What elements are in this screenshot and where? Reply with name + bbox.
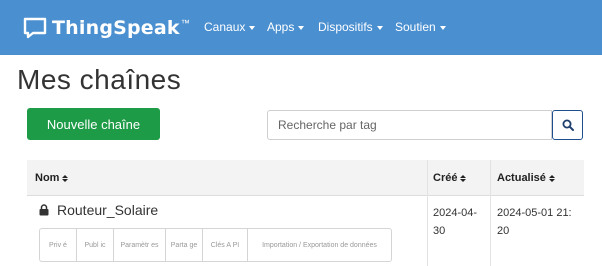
caret-down-icon xyxy=(439,25,446,30)
tag-search-input[interactable] xyxy=(267,110,552,140)
column-divider xyxy=(427,160,428,266)
column-header-label: Créé xyxy=(433,172,458,184)
sort-icon xyxy=(62,174,69,182)
tab-import-export[interactable]: Importation / Exportation de données xyxy=(247,228,392,262)
column-header-name[interactable]: Nom xyxy=(35,160,69,196)
search-button[interactable] xyxy=(552,110,583,140)
tab-settings[interactable]: Paramètr es xyxy=(113,228,165,262)
updated-date-line: 2024-05-01 21: xyxy=(497,207,572,219)
nav-item-soutien[interactable]: Soutien xyxy=(395,20,446,34)
channel-link[interactable]: Routeur_Solaire xyxy=(39,202,158,218)
tab-api-keys[interactable]: Clés A PI xyxy=(202,228,247,262)
created-date-line: 30 xyxy=(433,225,446,237)
caret-down-icon xyxy=(376,25,383,30)
sort-icon xyxy=(460,174,467,182)
search-icon xyxy=(562,119,574,131)
nav-item-apps[interactable]: Apps xyxy=(267,20,305,34)
column-header-updated[interactable]: Actualisé xyxy=(497,160,555,196)
column-header-label: Actualisé xyxy=(497,172,546,184)
caret-down-icon xyxy=(249,25,256,30)
caret-down-icon xyxy=(298,25,305,30)
channel-tabs: Priv é Publ ic Paramètr es Parta ge Clés… xyxy=(39,228,392,262)
nav-item-label: Apps xyxy=(267,20,295,34)
column-divider xyxy=(490,160,491,266)
nav-item-label: Dispositifs xyxy=(318,20,373,34)
chat-bubble-icon xyxy=(23,17,47,39)
page-title: Mes chaînes xyxy=(17,64,182,95)
nav-item-canaux[interactable]: Canaux xyxy=(204,20,256,34)
tab-sharing[interactable]: Parta ge xyxy=(165,228,202,262)
column-header-label: Nom xyxy=(35,172,60,184)
updated-date: 2024-05-01 21: 20 xyxy=(497,204,572,240)
tab-public[interactable]: Publ ic xyxy=(76,228,113,262)
top-navbar: ThingSpeak ™ Canaux Apps Dispositifs Sou… xyxy=(0,0,602,55)
created-date: 2024-04- 30 xyxy=(433,204,477,240)
nav-item-label: Soutien xyxy=(395,20,436,34)
channel-name: Routeur_Solaire xyxy=(57,202,159,218)
nav-item-label: Canaux xyxy=(204,20,246,34)
column-header-created[interactable]: Créé xyxy=(433,160,467,196)
lock-icon xyxy=(39,204,49,216)
created-date-line: 2024-04- xyxy=(433,207,478,219)
tab-private[interactable]: Priv é xyxy=(39,228,76,262)
new-channel-button[interactable]: Nouvelle chaîne xyxy=(27,108,160,140)
brand-trademark: ™ xyxy=(180,18,190,28)
brand-name: ThingSpeak xyxy=(52,17,180,39)
brand-logo[interactable]: ThingSpeak ™ xyxy=(22,15,190,41)
updated-date-line: 20 xyxy=(497,225,510,237)
channels-table: Nom Créé Actualisé Routeur_Solaire 2024-… xyxy=(27,160,584,266)
sort-icon xyxy=(548,174,555,182)
nav-item-dispositifs[interactable]: Dispositifs xyxy=(318,20,383,34)
